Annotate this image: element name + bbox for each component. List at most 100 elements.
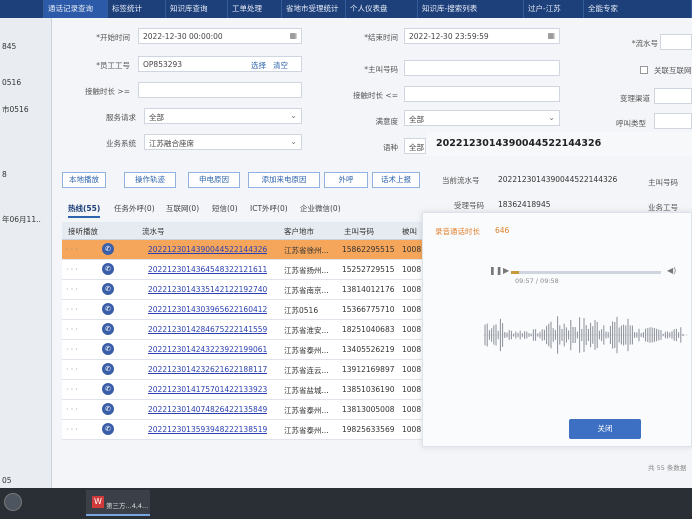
left-item[interactable]: 05 (2, 476, 12, 485)
table-row[interactable]: · · · ✆ 20221230142432239221990​61 江苏省泰州...… (62, 340, 422, 360)
table-row[interactable]: · · · ✆ 20221230142326216221881​17 江苏省连云...… (62, 360, 422, 380)
select-link[interactable]: 选择 (251, 60, 266, 71)
language-select[interactable]: 全部 (404, 138, 426, 154)
nav-tab-kb-search[interactable]: 知识库-搜索列表 (418, 0, 524, 18)
phone-play-icon[interactable]: ✆ (102, 243, 114, 255)
phone-play-icon[interactable]: ✆ (102, 403, 114, 415)
customer-city: 江苏省淮安... (284, 326, 329, 335)
phone-play-icon[interactable]: ✆ (102, 323, 114, 335)
table-row[interactable]: · · · ✆ 20221230143645483221216​11 江苏省扬州...… (62, 260, 422, 280)
phone-play-icon[interactable]: ✆ (102, 263, 114, 275)
nav-tab-dashboard[interactable]: 个人仪表盘 (346, 0, 418, 18)
start-button[interactable] (4, 493, 22, 511)
play-icon[interactable]: ▶ (503, 266, 509, 275)
calendar-icon[interactable]: ▦ (289, 31, 297, 40)
taskbar: 第三方...4,4... W (0, 488, 692, 519)
flow-number-input[interactable] (660, 34, 692, 50)
calendar-icon[interactable]: ▦ (547, 31, 555, 40)
tab-ict-outbound[interactable]: ICT外呼(0) (250, 203, 288, 214)
nav-tab-orders[interactable]: 工单处理 (228, 0, 282, 18)
callee-number: 1008 (402, 285, 422, 294)
col-header-play[interactable]: 接听播放 (68, 226, 98, 237)
flow-id-link[interactable]: 20221230141757014221339​23 (148, 385, 267, 394)
start-time-input[interactable]: 2022-12-30 00:00:00 ▦ (138, 28, 302, 44)
caller-number: 15366775710 (342, 305, 395, 314)
left-item[interactable]: 年06月11.. (2, 214, 41, 225)
col-header-caller[interactable]: 主叫号码 (344, 226, 374, 237)
staff-id-input[interactable]: OP853293 选择 清空 (138, 56, 302, 72)
col-header-callee[interactable]: 被叫 (402, 226, 417, 237)
answer-duration-max-input[interactable] (404, 86, 560, 102)
call-reason-button[interactable]: 申电原因 (188, 172, 240, 188)
nav-tab-stats[interactable]: 省地市受理统计 (282, 0, 346, 18)
operation-track-button[interactable]: 操作轨迹 (124, 172, 176, 188)
change-channel-select[interactable] (654, 88, 692, 104)
left-item[interactable]: 845 (2, 42, 16, 51)
flow-id-link[interactable]: 20221230142846752221415​59 (148, 325, 267, 334)
phone-play-icon[interactable]: ✆ (102, 343, 114, 355)
col-header-flow[interactable]: 流水号 (142, 226, 165, 237)
nav-tab-kb[interactable]: 知识库查询 (166, 0, 228, 18)
nav-tab-tags[interactable]: 标签统计 (108, 0, 166, 18)
flow-id-link[interactable]: 20221230142432239221990​61 (148, 345, 267, 354)
flow-id-link[interactable]: 20221230143900445221443​26 (148, 245, 267, 254)
tab-task-outbound[interactable]: 任务外呼(0) (114, 203, 155, 214)
tab-wecom[interactable]: 企业微信(0) (300, 203, 341, 214)
end-time-input[interactable]: 2022-12-30 23:59:59 ▦ (404, 28, 560, 44)
audio-player[interactable]: ❚❚ ▶ 09:57 / 09:58 ◀) (487, 263, 687, 285)
nav-tab-0[interactable] (0, 0, 44, 18)
nav-tab-transfer[interactable]: 过户-江苏 (524, 0, 584, 18)
left-item[interactable]: 0516 (2, 78, 21, 87)
flow-id-link[interactable]: 20221230140748264221358​49 (148, 405, 267, 414)
pause-icon[interactable]: ❚❚ (489, 266, 502, 275)
related-internet-checkbox[interactable] (640, 66, 648, 74)
local-play-button[interactable]: 本地播放 (62, 172, 106, 188)
detail-flow-id: 20221230143900445221443​26 (436, 138, 602, 149)
table-row[interactable]: · · · ✆ 20221230142846752221415​59 江苏省淮安...… (62, 320, 422, 340)
business-system-select[interactable]: 江苏融合座席 ⌄ (144, 134, 302, 150)
tab-internet[interactable]: 互联网(0) (166, 203, 199, 214)
phone-play-icon[interactable]: ✆ (102, 283, 114, 295)
progress-bar[interactable] (511, 271, 661, 274)
nav-tab-expert[interactable]: 全能专家 (584, 0, 692, 18)
caller-number: 13851036190 (342, 385, 395, 394)
tab-sms[interactable]: 短信(0) (212, 203, 238, 214)
table-row[interactable]: · · · ✆ 20221230143351421221927​40 江苏省南京...… (62, 280, 422, 300)
flow-id-link[interactable]: 20221230142326216221881​17 (148, 365, 267, 374)
flow-id-link[interactable]: 20221230143039656221604​12 (148, 305, 267, 314)
answer-duration-min-input[interactable] (138, 82, 302, 98)
clear-link[interactable]: 清空 (273, 60, 288, 71)
chevron-down-icon: ⌄ (290, 137, 297, 146)
left-item[interactable]: 市0516 (2, 104, 29, 115)
phone-play-icon[interactable]: ✆ (102, 423, 114, 435)
caller-number: 19825633569 (342, 425, 395, 434)
nav-tab-call-records[interactable]: 通话记录查询 (44, 0, 108, 18)
table-row[interactable]: · · · ✆ 20221230135939482221385​19 江苏省泰州...… (62, 420, 422, 440)
service-request-select[interactable]: 全部 ⌄ (144, 108, 302, 124)
satisfaction-select[interactable]: 全部 ⌄ (404, 110, 560, 126)
flow-id-link[interactable]: 20221230135939482221385​19 (148, 425, 267, 434)
customer-city: 江苏省连云... (284, 366, 329, 375)
call-type-select[interactable] (654, 113, 692, 129)
caller-number-input[interactable] (404, 60, 560, 76)
table-row[interactable]: · · · ✆ 20221230143900445221443​26 江苏省徐州...… (62, 240, 422, 260)
tab-hotline[interactable]: 热线(55) (68, 203, 101, 218)
volume-icon[interactable]: ◀) (667, 266, 676, 275)
outbound-call-button[interactable]: 外呼 (324, 172, 368, 188)
col-header-city[interactable]: 客户地市 (284, 226, 314, 237)
caller-number: 13813005008 (342, 405, 395, 414)
flow-id-link[interactable]: 20221230143645483221216​11 (148, 265, 267, 274)
table-row[interactable]: · · · ✆ 20221230143039656221604​12 江苏0516 15… (62, 300, 422, 320)
close-button[interactable]: 关闭 (569, 419, 641, 439)
script-report-button[interactable]: 话术上报 (372, 172, 420, 188)
left-item[interactable]: 8 (2, 170, 7, 179)
phone-play-icon[interactable]: ✆ (102, 383, 114, 395)
flow-id-link[interactable]: 20221230143351421221927​40 (148, 285, 267, 294)
call-type-label: 呼叫类型 (616, 119, 646, 128)
row-dash: · · · (66, 265, 78, 274)
table-row[interactable]: · · · ✆ 20221230140748264221358​49 江苏省泰州...… (62, 400, 422, 420)
phone-play-icon[interactable]: ✆ (102, 363, 114, 375)
table-row[interactable]: · · · ✆ 20221230141757014221339​23 江苏省盐城...… (62, 380, 422, 400)
phone-play-icon[interactable]: ✆ (102, 303, 114, 315)
add-call-reason-button[interactable]: 添加来电原因 (248, 172, 320, 188)
